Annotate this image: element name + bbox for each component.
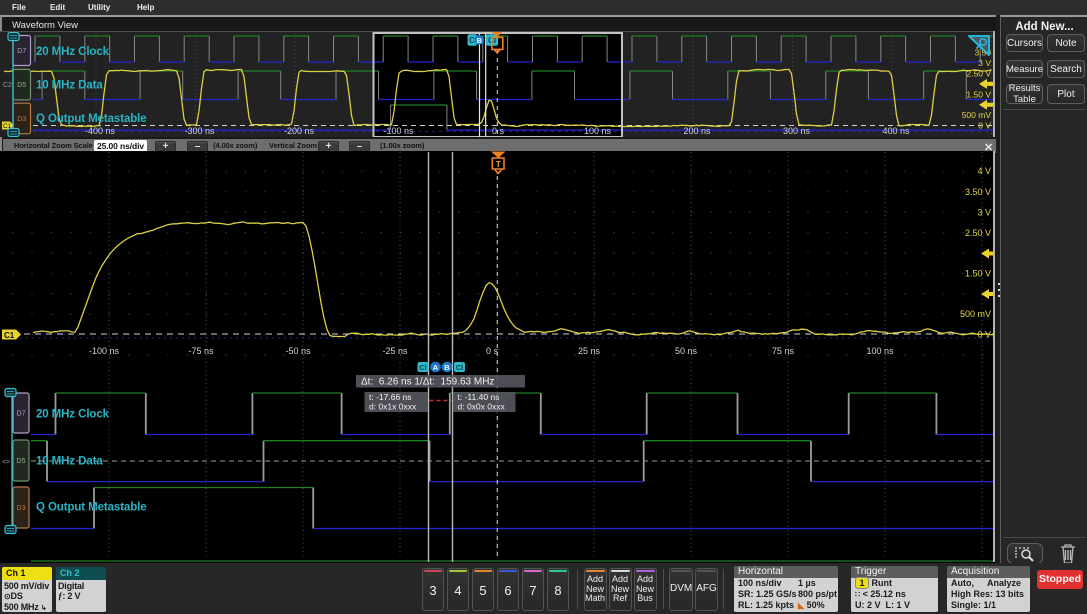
svg-text:500 mV: 500 mV — [960, 309, 991, 319]
svg-text:B: B — [444, 363, 450, 372]
svg-text:1.50 V: 1.50 V — [966, 89, 991, 99]
svg-text:3 V: 3 V — [977, 208, 991, 218]
svg-text:100 ns: 100 ns — [866, 346, 894, 356]
svg-text:25 ns: 25 ns — [578, 346, 601, 356]
svg-text:-75 ns: -75 ns — [188, 346, 214, 356]
svg-text:D5: D5 — [17, 458, 26, 465]
svg-text:Q Output Metastable: Q Output Metastable — [36, 113, 147, 125]
svg-text:-200 ns: -200 ns — [284, 126, 315, 136]
svg-text:D7: D7 — [17, 411, 26, 418]
svg-text:1.50 V: 1.50 V — [965, 269, 991, 279]
svg-text:100 ns: 100 ns — [584, 126, 612, 136]
svg-text:400 ns: 400 ns — [882, 126, 910, 136]
svg-text:d: 0x0x 0xxx: d: 0x0x 0xxx — [458, 402, 506, 412]
svg-text:Q Output Metastable: Q Output Metastable — [36, 502, 147, 514]
svg-text:20 MHz Clock: 20 MHz Clock — [36, 409, 110, 421]
svg-text:-400 ns: -400 ns — [85, 126, 116, 136]
svg-text:D3: D3 — [17, 505, 26, 512]
svg-text:Cl: Cl — [456, 363, 464, 372]
svg-text:-100 ns: -100 ns — [383, 126, 414, 136]
svg-text:-50 ns: -50 ns — [285, 346, 311, 356]
svg-text:0 V: 0 V — [977, 330, 991, 340]
svg-text:3 V: 3 V — [978, 58, 991, 68]
svg-text:-100 ns: -100 ns — [89, 346, 120, 356]
svg-text:<>: <> — [2, 459, 10, 466]
svg-text:d: 0x1x 0xxx: d: 0x1x 0xxx — [369, 402, 417, 412]
svg-text:20 MHz Clock: 20 MHz Clock — [36, 46, 110, 58]
svg-text:Cl: Cl — [419, 363, 427, 372]
svg-text:D5: D5 — [17, 82, 26, 89]
svg-text:Δt: 6.26 ns 1/Δt: 159.63 MHz: Δt: 6.26 ns 1/Δt: 159.63 MHz — [361, 377, 494, 388]
svg-text:-25 ns: -25 ns — [382, 346, 408, 356]
svg-text:500 mV: 500 mV — [962, 110, 992, 120]
svg-text:10 MHz Data: 10 MHz Data — [36, 80, 103, 92]
svg-text:C1: C1 — [4, 331, 15, 340]
svg-text:t: -11.40 ns: t: -11.40 ns — [458, 392, 500, 402]
svg-text:C: C — [469, 36, 475, 45]
svg-text:300 ns: 300 ns — [783, 126, 811, 136]
svg-text:T: T — [496, 159, 502, 169]
svg-text:B: B — [477, 36, 483, 45]
svg-text:0 V: 0 V — [978, 120, 991, 130]
svg-text:10 MHz Data: 10 MHz Data — [36, 456, 103, 468]
svg-text:2.50 V: 2.50 V — [966, 69, 991, 79]
svg-text:2.50 V: 2.50 V — [965, 228, 991, 238]
svg-text:75 ns: 75 ns — [772, 346, 795, 356]
svg-text:3.50 V: 3.50 V — [965, 187, 991, 197]
svg-text:4 V: 4 V — [977, 166, 991, 176]
svg-text:200 ns: 200 ns — [683, 126, 711, 136]
svg-text:D3: D3 — [17, 116, 26, 123]
svg-text:-300 ns: -300 ns — [184, 126, 215, 136]
svg-text:C2: C2 — [3, 82, 12, 89]
svg-text:D7: D7 — [17, 48, 26, 55]
svg-text:t: -17.66 ns: t: -17.66 ns — [369, 392, 412, 402]
svg-text:50 ns: 50 ns — [675, 346, 698, 356]
svg-text:A: A — [433, 363, 439, 372]
svg-text:0 s: 0 s — [492, 126, 505, 136]
svg-text:0 s: 0 s — [486, 346, 499, 356]
